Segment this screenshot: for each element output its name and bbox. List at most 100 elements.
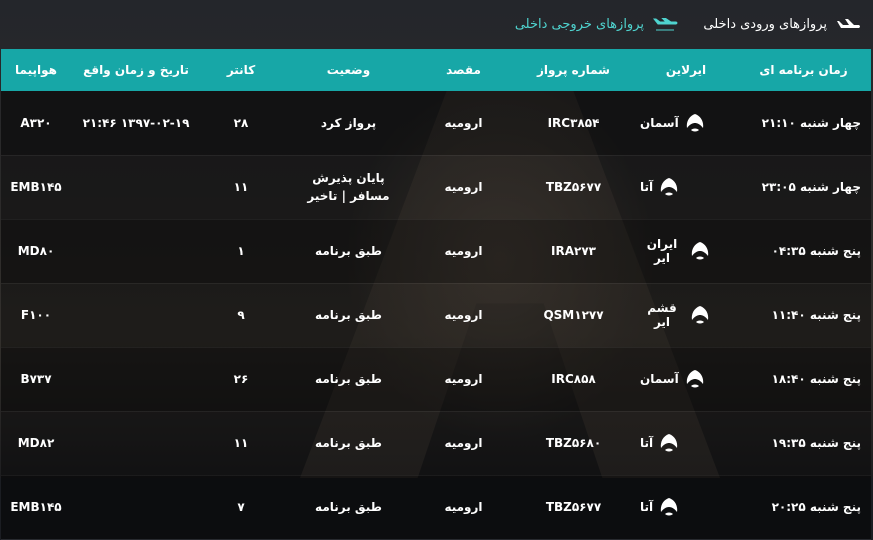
flight-number: IRA۲۷۳ bbox=[551, 244, 596, 258]
airline-cell: آتا bbox=[636, 155, 736, 219]
flight-status: طبق برنامه bbox=[315, 500, 382, 514]
tab-label: پروازهای ورودی داخلی bbox=[703, 16, 827, 32]
actual-time bbox=[71, 475, 201, 539]
ata-logo-icon bbox=[657, 496, 681, 518]
qeshm-logo-icon bbox=[688, 304, 712, 326]
table-row[interactable]: پنج شنبه ۲۰:۲۵ آتا TBZ۵۶۷۷ ارومیه طبق بر… bbox=[1, 475, 871, 539]
airline-name: ایران ایر bbox=[646, 237, 678, 265]
flight-status: پایان پذیرش مسافر | تاخیر bbox=[307, 171, 390, 203]
aircraft-type: B۷۳۷ bbox=[20, 372, 52, 386]
actual-time bbox=[71, 219, 201, 283]
airline-cell: آسمان bbox=[636, 91, 736, 155]
plane-landing-icon bbox=[835, 18, 861, 30]
table-row[interactable]: پنج شنبه ۱۹:۳۵ آتا TBZ۵۶۸۰ ارومیه طبق بر… bbox=[1, 411, 871, 475]
scheduled-time: چهار شنبه ۲۱:۱۰ bbox=[761, 115, 861, 130]
airline-name: آتا bbox=[640, 500, 654, 514]
status-cell: پرواز کرد bbox=[281, 91, 416, 155]
header-destination[interactable]: مقصد bbox=[416, 49, 511, 91]
tab-label: پروازهای خروجی داخلی bbox=[514, 16, 644, 32]
actual-time bbox=[71, 411, 201, 475]
counter: ۱ bbox=[237, 244, 245, 258]
flight-number: TBZ۵۶۸۰ bbox=[545, 436, 602, 450]
destination: ارومیه bbox=[444, 372, 483, 386]
counter: ۲۶ bbox=[233, 372, 249, 386]
scheduled-time: پنج شنبه ۲۰:۲۵ bbox=[771, 500, 861, 514]
flight-status: پرواز کرد bbox=[320, 115, 377, 130]
table-row[interactable]: پنج شنبه ۰۴:۳۵ ایران ایر IRA۲۷۳ ارومیه ط… bbox=[1, 219, 871, 283]
airline-cell: قشم ایر bbox=[636, 283, 736, 347]
aircraft-type: MD۸۲ bbox=[17, 436, 55, 450]
table-header-row: زمان برنامه ای ایرلاین شماره پرواز مقصد … bbox=[1, 49, 871, 91]
aseman-logo-icon bbox=[683, 112, 707, 134]
airline-name: آسمان bbox=[640, 115, 679, 130]
aircraft-type: EMB۱۴۵ bbox=[10, 500, 62, 514]
flight-status: طبق برنامه bbox=[315, 308, 382, 322]
status-cell: طبق برنامه bbox=[281, 347, 416, 411]
ata-logo-icon bbox=[657, 176, 681, 198]
iranair-logo-icon bbox=[688, 240, 712, 262]
scheduled-time: پنج شنبه ۱۸:۴۰ bbox=[771, 372, 861, 386]
airline-name: آتا bbox=[640, 436, 654, 450]
airline-name: آتا bbox=[640, 180, 654, 194]
scheduled-time: پنج شنبه ۰۴:۳۵ bbox=[771, 244, 861, 258]
counter: ۱۱ bbox=[233, 180, 249, 194]
plane-takeoff-icon bbox=[652, 17, 678, 31]
aircraft-type: MD۸۰ bbox=[17, 244, 55, 258]
airline-cell: آتا bbox=[636, 411, 736, 475]
status-cell: طبق برنامه bbox=[281, 219, 416, 283]
destination: ارومیه bbox=[444, 436, 483, 450]
destination: ارومیه bbox=[444, 244, 483, 258]
flight-number: TBZ۵۶۷۷ bbox=[545, 180, 602, 194]
counter: ۱۱ bbox=[233, 436, 249, 450]
tab-domestic-departures[interactable]: پروازهای خروجی داخلی bbox=[515, 12, 678, 36]
ata-logo-icon bbox=[657, 432, 681, 454]
table-row[interactable]: پنج شنبه ۱۸:۴۰ آسمان IRC۸۵۸ ارومیه طبق ب… bbox=[1, 347, 871, 411]
flight-tabs: پروازهای ورودی داخلی پروازهای خروجی داخل… bbox=[0, 0, 873, 48]
actual-time bbox=[71, 283, 201, 347]
actual-time bbox=[71, 347, 201, 411]
aseman-logo-icon bbox=[683, 368, 707, 390]
flight-number: TBZ۵۶۷۷ bbox=[545, 500, 602, 514]
destination: ارومیه bbox=[444, 180, 483, 194]
flights-table: زمان برنامه ای ایرلاین شماره پرواز مقصد … bbox=[1, 49, 871, 540]
aircraft-type: A۳۲۰ bbox=[20, 115, 52, 130]
airline-name: آسمان bbox=[640, 372, 679, 386]
airline-cell: ایران ایر bbox=[636, 219, 736, 283]
status-cell: پایان پذیرش مسافر | تاخیر bbox=[281, 155, 416, 219]
scheduled-time: پنج شنبه ۱۱:۴۰ bbox=[771, 308, 861, 322]
status-cell: طبق برنامه bbox=[281, 283, 416, 347]
destination: ارومیه bbox=[444, 500, 483, 514]
status-cell: طبق برنامه bbox=[281, 411, 416, 475]
aircraft-type: F۱۰۰ bbox=[20, 308, 52, 322]
flight-status: طبق برنامه bbox=[315, 244, 382, 258]
actual-time: ۱۳۹۷-۰۲-۱۹ ۲۱:۴۶ bbox=[82, 115, 190, 130]
destination: ارومیه bbox=[444, 115, 483, 130]
destination: ارومیه bbox=[444, 308, 483, 322]
header-scheduled-time[interactable]: زمان برنامه ای bbox=[736, 49, 871, 91]
actual-time bbox=[71, 155, 201, 219]
header-counter[interactable]: کانتر bbox=[201, 49, 281, 91]
scheduled-time: پنج شنبه ۱۹:۳۵ bbox=[771, 436, 861, 450]
status-cell: طبق برنامه bbox=[281, 475, 416, 539]
flight-status: طبق برنامه bbox=[315, 436, 382, 450]
flight-number: IRC۸۵۸ bbox=[551, 372, 596, 386]
counter: ۷ bbox=[237, 500, 245, 514]
tab-domestic-arrivals[interactable]: پروازهای ورودی داخلی bbox=[703, 12, 861, 36]
flight-number: QSM۱۲۷۷ bbox=[543, 308, 604, 322]
table-row[interactable]: چهار شنبه ۲۳:۰۵ آتا TBZ۵۶۷۷ ارومیه پایان… bbox=[1, 155, 871, 219]
flight-status: طبق برنامه bbox=[315, 372, 382, 386]
scheduled-time: چهار شنبه ۲۳:۰۵ bbox=[761, 180, 861, 194]
airline-cell: آتا bbox=[636, 475, 736, 539]
table-row[interactable]: پنج شنبه ۱۱:۴۰ قشم ایر QSM۱۲۷۷ ارومیه طب… bbox=[1, 283, 871, 347]
header-actual-time[interactable]: تاریخ و زمان واقع bbox=[71, 49, 201, 91]
header-aircraft[interactable]: هواپیما bbox=[1, 49, 71, 91]
header-airline[interactable]: ایرلاین bbox=[636, 49, 736, 91]
header-flight-number[interactable]: شماره پرواز bbox=[511, 49, 636, 91]
table-row[interactable]: چهار شنبه ۲۱:۱۰ آسمان IRC۳۸۵۴ ارومیه پرو… bbox=[1, 91, 871, 155]
airline-cell: آسمان bbox=[636, 347, 736, 411]
header-status[interactable]: وضعیت bbox=[281, 49, 416, 91]
aircraft-type: EMB۱۴۵ bbox=[10, 180, 62, 194]
counter: ۲۸ bbox=[233, 115, 249, 130]
airline-name: قشم ایر bbox=[647, 301, 677, 329]
flight-number: IRC۳۸۵۴ bbox=[547, 115, 600, 130]
